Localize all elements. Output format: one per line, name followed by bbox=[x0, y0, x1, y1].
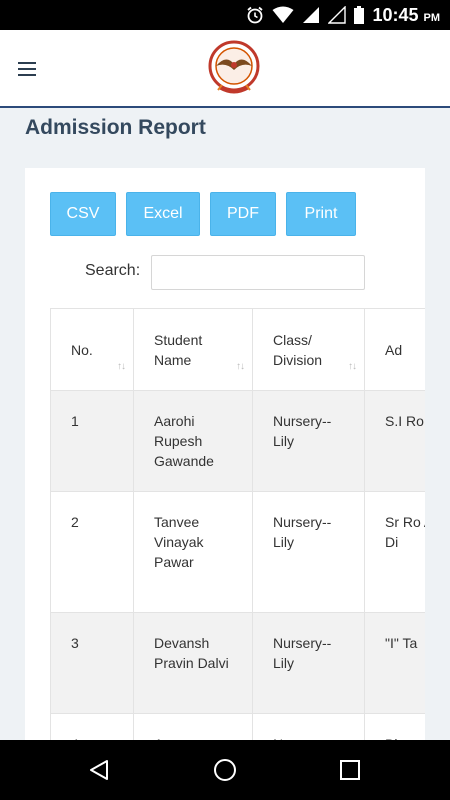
pdf-button[interactable]: PDF bbox=[210, 192, 276, 236]
cell-no: 4 bbox=[50, 713, 134, 740]
cell-address: Bi bbox=[364, 713, 425, 740]
table-row: 3 Devansh Pravin Dalvi Nursery-- Lily "I… bbox=[50, 612, 425, 714]
system-nav-bar bbox=[0, 740, 450, 800]
cell-no: 3 bbox=[50, 612, 134, 714]
page-title: Admission Report bbox=[25, 116, 206, 139]
sort-icon: ↑↓ bbox=[117, 361, 126, 372]
cell-student-name: Devansh Pravin Dalvi bbox=[133, 612, 253, 714]
table-row: 2 Tanvee Vinayak Pawar Nursery-- Lily Sr… bbox=[50, 491, 425, 613]
wifi-icon bbox=[272, 6, 294, 23]
home-icon[interactable] bbox=[213, 758, 237, 782]
table-row: 1 Aarohi Rupesh Gawande Nursery-- Lily S… bbox=[50, 390, 425, 492]
main-content: Admission Report CSV Excel PDF Print Sea… bbox=[0, 110, 450, 740]
battery-icon bbox=[354, 6, 365, 24]
cell-class: N bbox=[252, 713, 365, 740]
print-button[interactable]: Print bbox=[286, 192, 356, 236]
school-crest-logo bbox=[208, 40, 260, 94]
status-bar: 10:45 PM bbox=[0, 0, 450, 30]
table-row: 4 A N Bi bbox=[50, 713, 425, 740]
excel-button[interactable]: Excel bbox=[126, 192, 200, 236]
signal-empty-icon bbox=[328, 6, 347, 24]
export-toolbar: CSV Excel PDF Print bbox=[50, 192, 356, 236]
app-header bbox=[0, 30, 450, 108]
cell-address: S.I Ro Sh bbox=[364, 390, 425, 492]
cell-class: Nursery-- Lily bbox=[252, 390, 365, 492]
table-header-row: No. ↑↓ Student Name ↑↓ Class/ Division ↑… bbox=[50, 308, 425, 391]
signal-icon bbox=[303, 7, 320, 23]
cell-address: "I" Ta bbox=[364, 612, 425, 714]
recents-icon[interactable] bbox=[338, 758, 362, 782]
alarm-icon bbox=[247, 6, 264, 24]
cell-class: Nursery-- Lily bbox=[252, 612, 365, 714]
search-input[interactable] bbox=[151, 255, 365, 290]
cell-student-name: Aarohi Rupesh Gawande bbox=[133, 390, 253, 492]
admission-table: No. ↑↓ Student Name ↑↓ Class/ Division ↑… bbox=[50, 308, 425, 740]
cell-no: 1 bbox=[50, 390, 134, 492]
column-header-student-name[interactable]: Student Name ↑↓ bbox=[133, 308, 253, 391]
cell-class: Nursery-- Lily bbox=[252, 491, 365, 613]
search-label: Search: bbox=[85, 262, 141, 279]
sort-icon: ↑↓ bbox=[236, 361, 245, 372]
hamburger-icon[interactable] bbox=[18, 62, 36, 76]
back-icon[interactable] bbox=[87, 758, 111, 782]
report-card: CSV Excel PDF Print Search: No. ↑↓ Stude… bbox=[25, 168, 425, 740]
column-header-no[interactable]: No. ↑↓ bbox=[50, 308, 134, 391]
cell-no: 2 bbox=[50, 491, 134, 613]
column-header-address[interactable]: Ad bbox=[364, 308, 425, 391]
csv-button[interactable]: CSV bbox=[50, 192, 116, 236]
column-header-class-division[interactable]: Class/ Division ↑↓ bbox=[252, 308, 365, 391]
cell-student-name: Tanvee Vinayak Pawar bbox=[133, 491, 253, 613]
admission-table-wrapper[interactable]: No. ↑↓ Student Name ↑↓ Class/ Division ↑… bbox=[50, 308, 425, 740]
cell-address: Sr Ro Ap Di bbox=[364, 491, 425, 613]
clock: 10:45 PM bbox=[372, 4, 440, 25]
sort-icon: ↑↓ bbox=[348, 361, 357, 372]
cell-student-name: A bbox=[133, 713, 253, 740]
